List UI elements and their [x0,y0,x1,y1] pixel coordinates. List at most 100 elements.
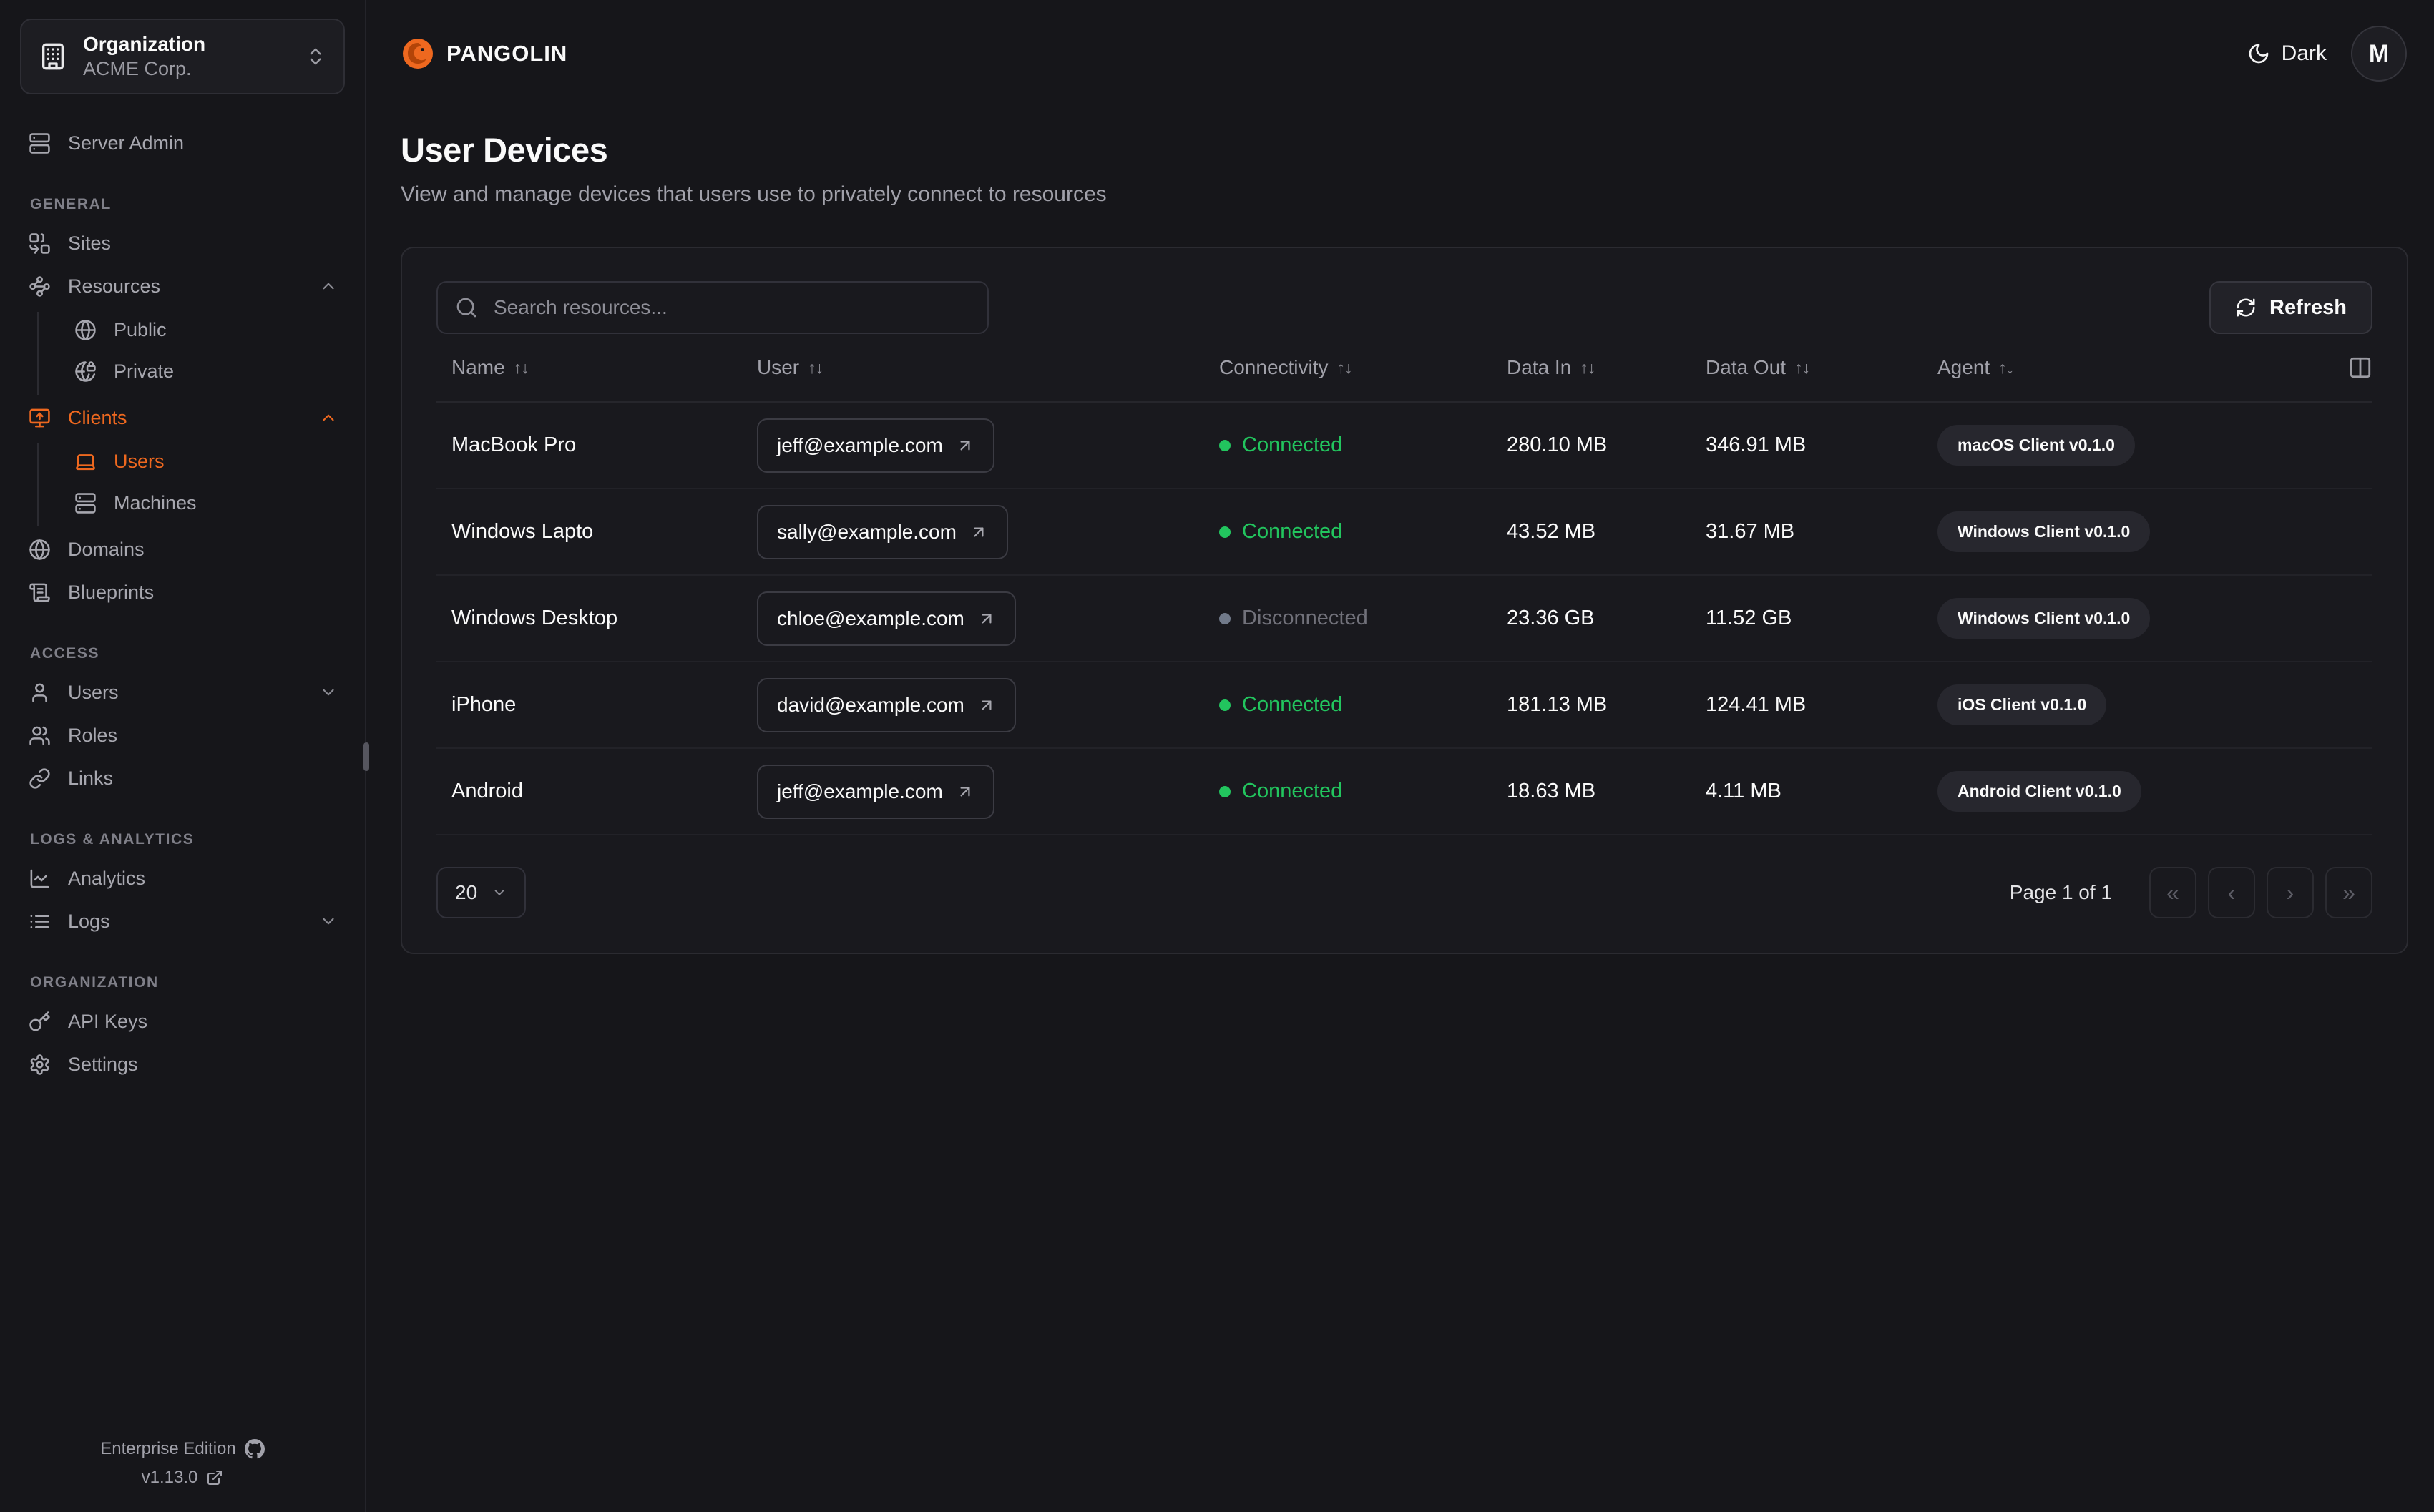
connectivity-status: Connected [1219,520,1507,544]
agent-badge: Windows Client v0.1.0 [1937,511,2151,552]
sidebar-item-machines[interactable]: Machines [66,485,345,521]
main-content: PANGOLIN Dark M User Devices View and ma… [366,0,2434,1512]
sidebar-item-label: Blueprints [68,581,155,603]
chevron-down-icon [323,918,334,925]
user-link-button[interactable]: jeff@example.com [757,418,994,473]
connectivity-status: Connected [1219,433,1507,457]
column-header-data-in[interactable]: Data In ↑↓ [1507,356,1706,379]
sidebar: Organization ACME Corp. Server Admin GEN… [0,0,366,1512]
sort-icon: ↑↓ [1998,358,2014,377]
user-link-button[interactable]: chloe@example.com [757,591,1016,646]
server-icon [29,132,50,154]
user-avatar[interactable]: M [2351,26,2407,82]
table-row: Windows Desktop chloe@example.com Discon… [436,576,2372,662]
sidebar-item-roles[interactable]: Roles [20,717,345,754]
arrow-up-right-icon [982,614,992,623]
globe-lock-icon [75,360,96,382]
data-in-value: 43.52 MB [1507,520,1596,543]
chevron-up-icon [323,283,334,290]
previous-page-button[interactable]: ‹ [2208,867,2255,918]
link-icon [29,767,50,789]
org-selector[interactable]: Organization ACME Corp. [20,19,345,94]
page-title: User Devices [401,131,608,169]
data-out-value: 11.52 GB [1706,607,1792,629]
user-link-button[interactable]: david@example.com [757,677,1016,732]
page-subtitle: View and manage devices that users use t… [401,182,1107,206]
sidebar-item-label: Server Admin [68,132,185,154]
pagination: 20 Page 1 of 1 « ‹ › » [436,867,2372,918]
arrow-up-right-icon [960,787,970,796]
sidebar-item-clients[interactable]: Clients [20,399,345,436]
data-in-value: 280.10 MB [1507,433,1608,456]
sidebar-item-resources[interactable]: Resources [20,267,345,305]
column-header-connectivity[interactable]: Connectivity ↑↓ [1219,356,1507,379]
data-in-value: 23.36 GB [1507,607,1595,629]
user-link-button[interactable]: sally@example.com [757,504,1008,559]
sidebar-item-settings[interactable]: Settings [20,1046,345,1083]
arrow-up-right-icon [960,441,970,450]
sidebar-item-logs[interactable]: Logs [20,903,345,940]
sidebar-item-blueprints[interactable]: Blueprints [20,574,345,611]
pangolin-logo-icon [403,39,433,69]
sidebar-item-domains[interactable]: Domains [20,531,345,568]
column-header-name[interactable]: Name ↑↓ [451,356,757,379]
sidebar-item-label: Resources [68,275,161,297]
column-header-agent[interactable]: Agent ↑↓ [1937,356,2332,379]
chevrons-up-down-icon [310,48,321,65]
sidebar-item-public[interactable]: Public [66,312,345,348]
user-link-button[interactable]: jeff@example.com [757,764,994,819]
data-in-value: 18.63 MB [1507,780,1596,802]
theme-toggle-button[interactable]: Dark [2247,41,2327,66]
sidebar-item-client-users[interactable]: Users [66,443,345,479]
arrow-up-right-icon [982,700,992,710]
sort-icon: ↑↓ [808,358,823,377]
section-general: GENERAL [30,196,112,212]
sidebar-item-sites[interactable]: Sites [20,225,345,262]
connectivity-status: Connected [1219,780,1507,803]
refresh-button[interactable]: Refresh [2209,281,2372,334]
sidebar-item-label: Sites [68,232,112,254]
brand-logo[interactable]: PANGOLIN [401,36,567,71]
status-dot [1219,699,1231,711]
globe-icon [75,319,96,340]
sidebar-item-label: Public [114,318,167,340]
chevron-up-icon [323,414,334,421]
device-name: Android [451,780,523,802]
sidebar-item-links[interactable]: Links [20,760,345,797]
github-icon[interactable] [244,1439,265,1459]
app-window: Organization ACME Corp. Server Admin GEN… [0,0,2434,1512]
column-header-user[interactable]: User ↑↓ [757,356,1219,379]
column-header-data-out[interactable]: Data Out ↑↓ [1706,356,1937,379]
edition-label: Enterprise Edition [100,1439,236,1458]
chevron-down-icon [494,890,504,895]
topbar: PANGOLIN Dark M [401,0,2407,107]
sidebar-item-users[interactable]: Users [20,674,345,711]
status-dot [1219,439,1231,451]
devices-card: Refresh Name↑↓ User↑↓ Connectivity↑↓ Dat… [401,247,2408,954]
sidebar-item-private[interactable]: Private [66,353,345,389]
device-name: MacBook Pro [451,433,577,456]
org-selector-label: Organization [83,32,206,55]
sidebar-item-label: Users [114,450,165,472]
waypoints-icon [29,275,50,297]
search-input[interactable] [436,281,989,334]
server-icon [75,492,96,514]
page-size-select[interactable]: 20 [436,867,527,918]
connectivity-status: Connected [1219,693,1507,717]
sidebar-item-label: Users [68,681,119,703]
users-icon [29,726,50,745]
table-header-row: Name ↑↓ User ↑↓ Connectivity ↑↓ Data In ↑↓ D… [436,334,2372,403]
toggle-columns-button[interactable] [2348,355,2372,380]
sidebar-item-label: Roles [68,724,118,746]
last-page-button[interactable]: » [2325,867,2372,918]
first-page-button[interactable]: « [2149,867,2196,918]
gear-icon [30,1054,49,1075]
external-link-icon[interactable] [206,1469,223,1486]
sidebar-resize-handle[interactable] [363,742,369,771]
sidebar-item-api-keys[interactable]: API Keys [20,1003,345,1040]
device-name: Windows Desktop [451,607,618,629]
sidebar-item-analytics[interactable]: Analytics [20,860,345,897]
next-page-button[interactable]: › [2267,867,2314,918]
status-dot [1219,526,1231,538]
sidebar-item-server-admin[interactable]: Server Admin [20,124,345,162]
